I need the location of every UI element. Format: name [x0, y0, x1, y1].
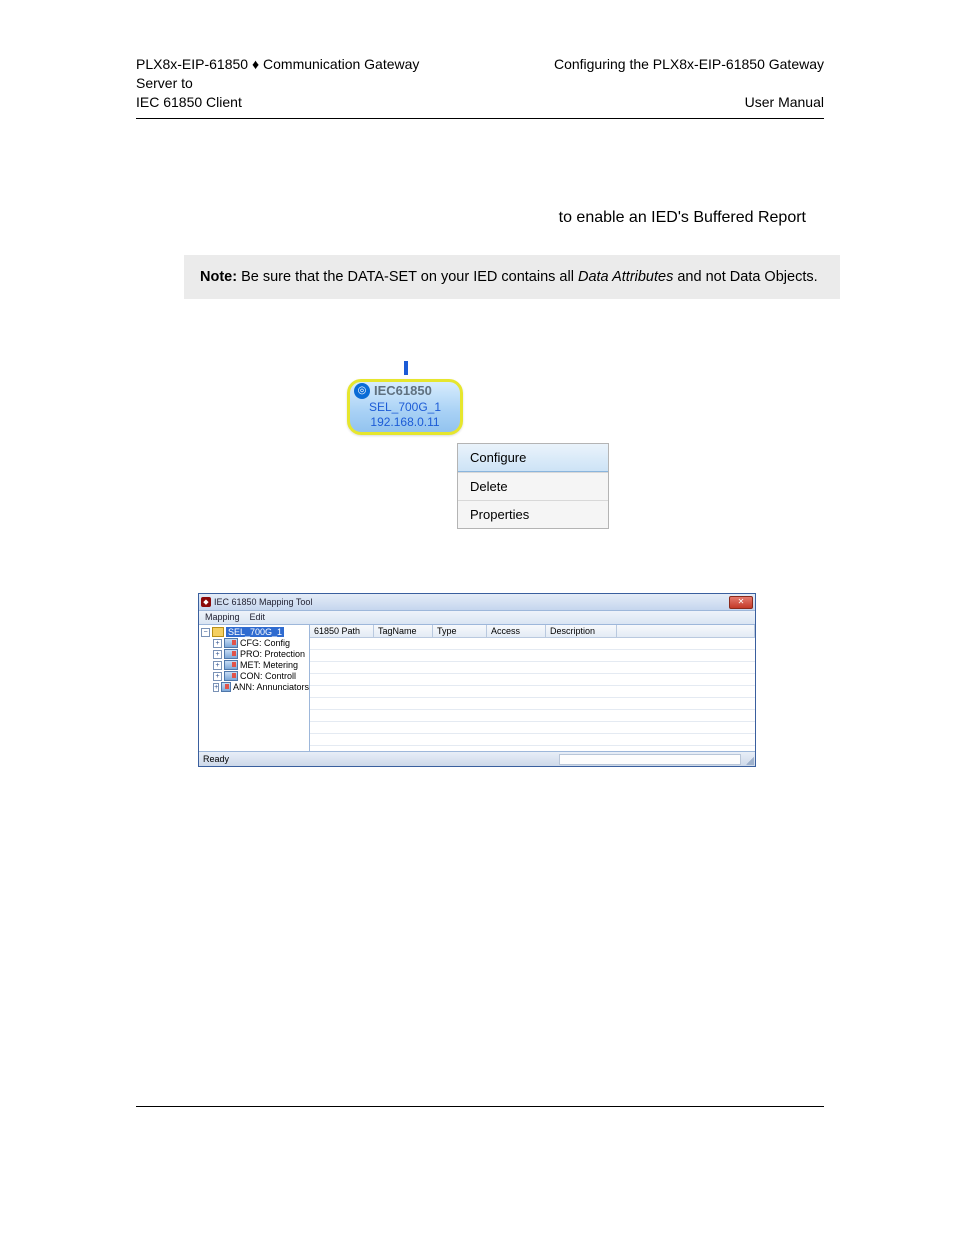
device-folder-icon [224, 660, 238, 670]
header-product: PLX8x-EIP-61850 [136, 56, 248, 72]
grid-row[interactable] [310, 662, 755, 674]
tree-item-label: PRO: Protection [240, 649, 305, 659]
device-folder-icon [224, 649, 238, 659]
tree-item-pro[interactable]: + PRO: Protection [201, 649, 309, 660]
mapping-tool-window: ◆ IEC 61850 Mapping Tool ✕ Mapping Edit … [198, 593, 756, 767]
ied-node-title: IEC61850 [374, 383, 432, 398]
tree-item-con[interactable]: + CON: Controll [201, 671, 309, 682]
tree-panel: − SEL_700G_1 + CFG: Config + PRO: Protec… [199, 625, 310, 751]
grid-row[interactable] [310, 734, 755, 746]
tree-item-label: MET: Metering [240, 660, 298, 670]
grid-rows [310, 638, 755, 758]
col-tagname[interactable]: TagName [374, 625, 433, 637]
tree-item-label: CON: Controll [240, 671, 296, 681]
ied-node-name: SEL_700G_1 [350, 399, 460, 415]
tree-item-cfg[interactable]: + CFG: Config [201, 638, 309, 649]
device-folder-icon [224, 671, 238, 681]
header-line2: Server to [136, 74, 419, 93]
tree-root-label: SEL_700G_1 [226, 627, 284, 637]
window-title: IEC 61850 Mapping Tool [214, 597, 312, 607]
tree-item-label: ANN: Annunciators [233, 682, 309, 692]
grid-row[interactable] [310, 674, 755, 686]
device-folder-icon [221, 682, 231, 692]
note-italic: Data Attributes [578, 269, 673, 285]
note-box: Note: Be sure that the DATA-SET on your … [184, 255, 840, 299]
ied-node[interactable]: ◎ IEC61850 SEL_700G_1 192.168.0.11 [347, 379, 463, 435]
grid-row[interactable] [310, 722, 755, 734]
col-access[interactable]: Access [487, 625, 546, 637]
footer-divider [136, 1106, 824, 1107]
ied-node-ip: 192.168.0.11 [350, 415, 460, 432]
menu-bar: Mapping Edit [199, 611, 755, 625]
col-61850-path[interactable]: 61850 Path [310, 625, 374, 637]
context-menu-delete[interactable]: Delete [458, 472, 608, 500]
text-caret-icon [404, 361, 408, 375]
app-icon: ◆ [201, 597, 211, 607]
tree-expand-icon[interactable]: + [213, 661, 222, 670]
header-divider [136, 118, 824, 119]
grid-row[interactable] [310, 698, 755, 710]
note-text-b: and not Data Objects. [673, 269, 817, 285]
resize-grip-icon[interactable] [744, 755, 754, 765]
col-description[interactable]: Description [546, 625, 617, 637]
col-type[interactable]: Type [433, 625, 487, 637]
grid-row[interactable] [310, 710, 755, 722]
context-menu-properties[interactable]: Properties [458, 500, 608, 528]
window-close-button[interactable]: ✕ [729, 596, 753, 609]
menu-mapping[interactable]: Mapping [205, 612, 240, 622]
tree-expand-icon[interactable]: + [213, 639, 222, 648]
tree-item-label: CFG: Config [240, 638, 290, 648]
tree-expand-icon[interactable]: + [213, 672, 222, 681]
grid-row[interactable] [310, 638, 755, 650]
section-heading: to enable an IED's Buffered Report [136, 209, 824, 227]
note-text-a: Be sure that the DATA-SET on your IED co… [237, 269, 578, 285]
tree-item-met[interactable]: + MET: Metering [201, 660, 309, 671]
ied-protocol-icon: ◎ [354, 383, 370, 399]
status-bar: Ready [199, 751, 755, 766]
tree-item-ann[interactable]: + ANN: Annunciators [201, 682, 309, 693]
col-spacer [617, 625, 755, 637]
context-menu-configure[interactable]: Configure [458, 444, 608, 472]
context-menu: Configure Delete Properties [457, 443, 609, 529]
menu-edit[interactable]: Edit [250, 612, 266, 622]
header-line3: IEC 61850 Client [136, 93, 419, 112]
tree-expand-icon[interactable]: + [213, 650, 222, 659]
grid-panel: 61850 Path TagName Type Access Descripti… [310, 625, 755, 751]
tree-collapse-icon[interactable]: − [201, 628, 210, 637]
tree-expand-icon[interactable]: + [213, 683, 219, 692]
grid-row[interactable] [310, 686, 755, 698]
folder-icon [212, 627, 224, 637]
header-doctype: User Manual [554, 93, 824, 112]
diamond-sep: ♦ [252, 56, 259, 72]
status-text: Ready [203, 754, 229, 764]
figure-ied-context-menu: ◎ IEC61850 SEL_700G_1 192.168.0.11 Confi… [347, 361, 607, 541]
header-chapter: Configuring the PLX8x-EIP-61850 Gateway [554, 55, 824, 74]
note-label: Note: [200, 269, 237, 285]
window-titlebar[interactable]: ◆ IEC 61850 Mapping Tool ✕ [199, 594, 755, 611]
header-subtitle: Communication Gateway [263, 56, 419, 72]
page-header: PLX8x-EIP-61850 ♦ Communication Gateway … [136, 55, 824, 112]
device-folder-icon [224, 638, 238, 648]
grid-header: 61850 Path TagName Type Access Descripti… [310, 625, 755, 638]
status-well [559, 754, 741, 765]
grid-row[interactable] [310, 650, 755, 662]
tree-root[interactable]: − SEL_700G_1 [201, 627, 309, 638]
